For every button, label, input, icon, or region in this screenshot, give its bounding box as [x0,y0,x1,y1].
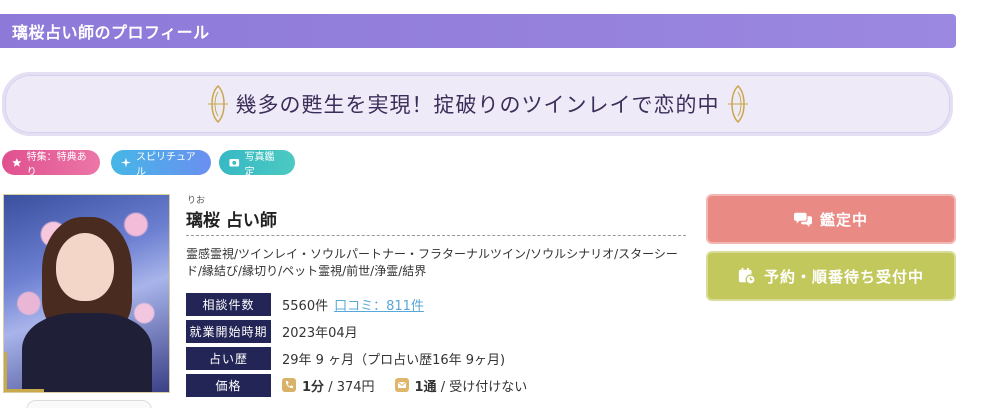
info-label: 就業開始時期 [186,319,271,343]
tag-label: スピリチュアル [135,151,196,178]
info-label: 相談件数 [186,292,271,316]
info-row-consult-count: 相談件数 5560件 口コミ：811件 [186,292,424,316]
info-label: 占い歴 [186,346,271,370]
career-value: 29年 9 ヶ月（プロ占い歴16年 9ヶ月) [282,352,506,368]
info-row-career: 占い歴 29年 9 ヶ月（プロ占い歴16年 9ヶ月) [186,346,505,370]
mail-icon [394,378,409,392]
tag-special[interactable]: 特集：特典あり [2,150,100,178]
tag-list: 特集：特典あり スピリチュアル 写真鑑定 [2,150,295,178]
mail-unit: 1通 [414,379,437,395]
specialty-list: 霊感霊視/ツインレイ・ソウルパートナー・フラターナルツイン/ソウルシナリオ/スタ… [186,247,678,278]
catchphrase-text: 幾多の甦生を実現！掟破りのツインレイで恋的中 [235,93,720,117]
name-divider [186,235,686,236]
mail-price: / 受け付けない [440,379,528,395]
start-date-value: 2023年04月 [282,325,358,341]
calendar-clock-icon [738,267,756,285]
tag-label: 写真鑑定 [244,151,275,178]
consult-button-label: 鑑定中 [819,210,868,229]
catchphrase-banner: 幾多の甦生を実現！掟破りのツインレイで恋的中 [2,72,953,136]
info-row-price: 価格 1分 / 374円 1通 / 受け付けない [186,373,527,397]
chat-bubbles-icon [793,212,812,228]
section-header: 璃桜占い師のプロフィール [0,14,956,48]
tag-spiritual[interactable]: スピリチュアル [111,150,211,178]
info-row-start-date: 就業開始時期 2023年04月 [186,319,358,343]
photo-icon [229,158,240,167]
review-link[interactable]: 口コミ：811件 [334,295,424,314]
bottom-pill-button[interactable] [26,400,152,408]
consult-count-value: 5560件 [282,298,329,314]
phone-price: / 374円 [328,379,375,395]
fortune-teller-photo[interactable] [3,194,170,393]
star-icon [12,158,22,167]
info-label: 価格 [186,373,271,397]
tag-label: 特集：特典あり [26,151,87,178]
ornament-right-icon [727,84,748,124]
sparkle-icon [121,157,131,168]
ornament-left-icon [207,84,228,124]
reserve-button-label: 予約・順番待ち受付中 [763,267,924,286]
fortune-teller-name: 璃桜 占い師 [186,211,277,231]
section-title: 璃桜占い師のプロフィール [12,23,210,42]
consult-button[interactable]: 鑑定中 [706,194,956,244]
reserve-button[interactable]: 予約・順番待ち受付中 [706,251,956,301]
phone-icon [282,378,296,392]
phone-unit: 1分 [302,379,325,395]
name-ruby: りお [187,196,206,206]
gold-frame-corner [4,352,44,392]
tag-photo-reading[interactable]: 写真鑑定 [219,150,295,178]
